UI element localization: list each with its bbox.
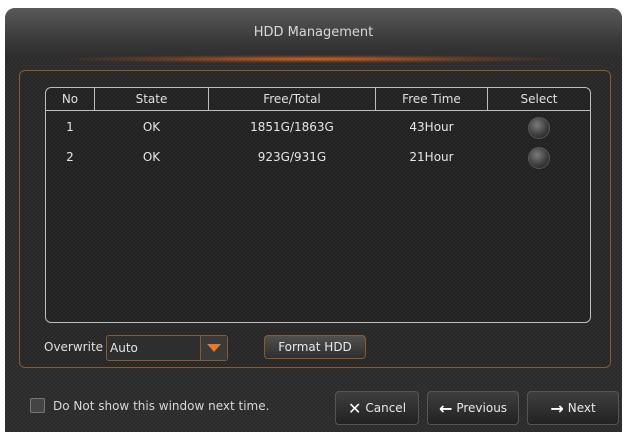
title-bar: HDD Management — [5, 8, 622, 60]
cancel-label: Cancel — [365, 401, 407, 415]
overwrite-select[interactable]: Auto — [106, 335, 228, 361]
next-label: Next — [567, 401, 596, 415]
select-radio[interactable] — [528, 117, 550, 139]
column-header-free-time: Free Time — [376, 88, 488, 110]
dont-show-label: Do Not show this window next time. — [53, 399, 270, 413]
hdd-table: No State Free/Total Free Time Select 1 O… — [45, 87, 591, 323]
column-header-no: No — [46, 88, 95, 110]
cell-no: 2 — [66, 150, 74, 164]
previous-label: Previous — [456, 401, 508, 415]
hdd-management-window: HDD Management No State Free/Total Free … — [5, 8, 622, 432]
cell-state: OK — [142, 120, 161, 134]
title-accent-glow — [65, 55, 562, 63]
cell-no: 1 — [66, 120, 74, 134]
cell-free-total: 923G/931G — [257, 150, 327, 164]
table-row[interactable]: 1 OK 1851G/1863G 43Hour — [46, 112, 590, 142]
column-header-state: State — [95, 88, 209, 110]
column-header-free-total: Free/Total — [209, 88, 376, 110]
select-radio[interactable] — [528, 147, 550, 169]
format-hdd-button[interactable]: Format HDD — [264, 335, 366, 359]
overwrite-value: Auto — [110, 341, 138, 355]
next-button[interactable]: → Next — [527, 391, 619, 425]
arrow-left-icon: ← — [438, 398, 453, 418]
cancel-button[interactable]: ✕ Cancel — [335, 391, 419, 425]
arrow-right-icon: → — [550, 398, 564, 418]
content-panel: No State Free/Total Free Time Select 1 O… — [19, 70, 611, 368]
cell-free-total: 1851G/1863G — [250, 120, 334, 134]
cell-state: OK — [142, 150, 161, 164]
caret-down-icon[interactable] — [200, 336, 227, 360]
overwrite-label: Overwrite — [44, 340, 104, 354]
cell-free-time: 21Hour — [409, 150, 454, 164]
window-title: HDD Management — [253, 25, 374, 40]
cell-free-time: 43Hour — [409, 120, 454, 134]
previous-button[interactable]: ← Previous — [427, 391, 519, 425]
table-row[interactable]: 2 OK 923G/931G 21Hour — [46, 142, 590, 172]
dont-show-checkbox[interactable] — [30, 398, 45, 413]
close-icon: ✕ — [347, 398, 362, 418]
table-header: No State Free/Total Free Time Select — [46, 88, 590, 111]
column-header-select: Select — [520, 92, 558, 106]
